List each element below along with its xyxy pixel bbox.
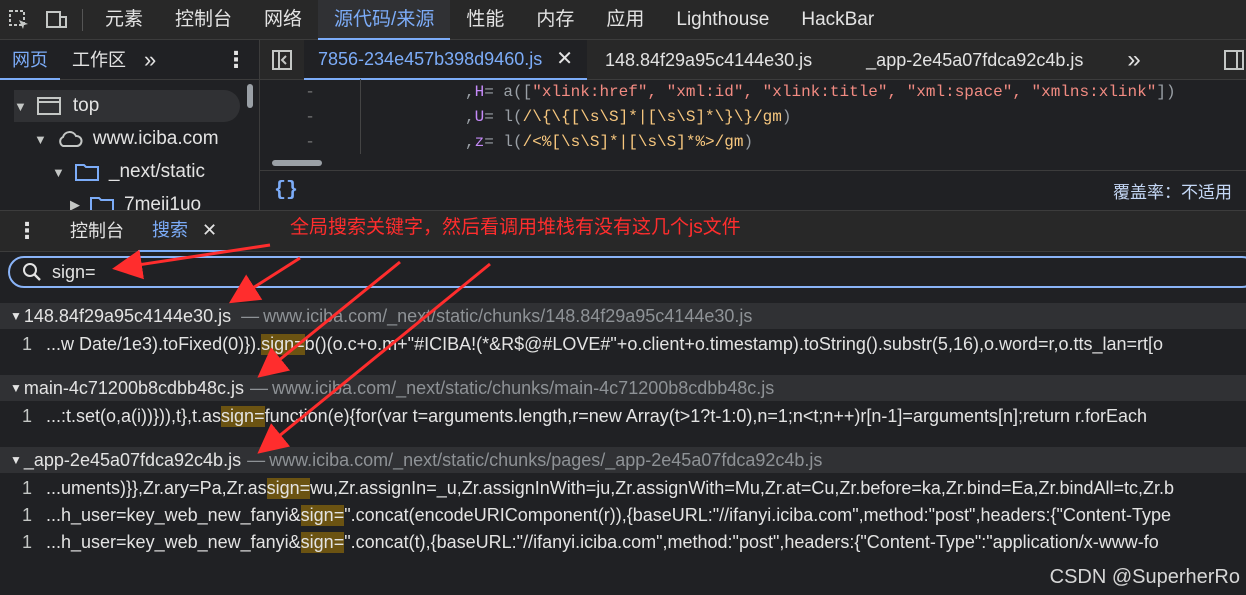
drawer-tab-search[interactable]: 搜索 ✕ <box>138 209 232 252</box>
coverage-status: 覆盖率：不适用 <box>1113 183 1232 202</box>
folder-icon <box>90 197 114 210</box>
editor-tab-label: 7856-234e457b398d9460.js <box>318 48 543 69</box>
result-file-header[interactable]: ▼ 148.84f29a95c4144e30.js — www.iciba.co… <box>0 303 1246 329</box>
pretty-print-button[interactable]: {} <box>274 179 298 202</box>
folder-icon <box>74 164 99 181</box>
close-tab-icon[interactable]: ✕ <box>556 39 573 79</box>
tab-performance[interactable]: 性能 <box>450 0 520 40</box>
tab-elements[interactable]: 元素 <box>89 0 159 40</box>
match-highlight: sign= <box>300 504 345 526</box>
match-highlight: sign= <box>261 333 305 355</box>
editor-tab[interactable]: _app-2e45a07fdca92c4b.js <box>826 40 1097 80</box>
result-file-url-separator: — <box>250 377 269 398</box>
tree-item-top[interactable]: ▼ top <box>14 90 240 122</box>
gutter-divider <box>360 104 361 129</box>
tab-lighthouse[interactable]: Lighthouse <box>660 0 785 40</box>
tree-item-subfolder[interactable]: ▶ 7meii1uo <box>70 189 201 210</box>
editor-horizontal-scrollbar[interactable] <box>272 160 322 166</box>
tab-console[interactable]: 控制台 <box>159 0 248 40</box>
search-bar <box>8 256 1246 288</box>
drawer-tab-label: 搜索 <box>152 220 188 240</box>
match-highlight: sign= <box>266 477 311 499</box>
search-icon <box>23 263 41 281</box>
tab-memory[interactable]: 内存 <box>520 0 590 40</box>
result-line[interactable]: 1 ...h_user=key_web_new_fanyi& sign= ".con… <box>0 529 1246 555</box>
sources-navigator: 网页 工作区 » ⋮ ▼ top ▼ www.iciba.com ▼ _next… <box>0 40 260 210</box>
tab-sources[interactable]: 源代码/来源 <box>318 0 451 40</box>
result-file-url: www.iciba.com/_next/static/chunks/main-4… <box>272 377 775 398</box>
result-file-url-separator: — <box>247 449 266 470</box>
more-tabs-button[interactable]: » <box>1097 40 1154 80</box>
result-line[interactable]: 1 ...uments)}},Zr.ary=Pa,Zr.as sign= wu,Zr… <box>0 475 1246 501</box>
navigator-scrollbar[interactable] <box>247 84 253 108</box>
cloud-icon <box>59 131 83 147</box>
editor-tabs: 7856-234e457b398d9460.js ✕ 148.84f29a95c… <box>260 39 1246 80</box>
expand-arrow-icon[interactable]: ▼ <box>10 453 22 467</box>
drawer-tab-console[interactable]: 控制台 <box>56 210 138 252</box>
result-line[interactable]: 1 ...:t.set(o,a(i))})),t},t.as sign= funct… <box>0 403 1246 429</box>
tree-item-domain[interactable]: ▼ www.iciba.com <box>34 123 219 155</box>
line-gutter: - <box>305 132 315 151</box>
expand-arrow-icon[interactable]: ▼ <box>10 309 22 323</box>
toggle-navigator-icon[interactable] <box>260 40 304 80</box>
devtools-toolbar: 元素 控制台 网络 源代码/来源 性能 内存 应用 Lighthouse Hac… <box>0 0 1246 40</box>
device-toolbar-icon[interactable] <box>38 0 76 40</box>
code-line: - , U = l( /\{\{[\s\S]*|[\s\S]*\}\}/gm ) <box>260 104 791 129</box>
gutter-divider <box>360 79 361 104</box>
editor-status-bar: {} 覆盖率：不适用 <box>260 170 1246 210</box>
result-file-name: 148.84f29a95c4144e30.js <box>23 305 232 326</box>
toolbar-divider <box>82 8 83 31</box>
tree-item-label: www.iciba.com <box>92 128 219 149</box>
tree-item-label: top <box>72 95 100 116</box>
frame-icon <box>36 97 61 115</box>
match-highlight: sign= <box>221 405 265 427</box>
collapse-arrow-icon[interactable]: ▶ <box>70 197 80 210</box>
result-line-number: 1 <box>21 531 32 552</box>
expand-arrow-icon[interactable]: ▼ <box>34 132 47 147</box>
tree-item-folder[interactable]: ▼ _next/static <box>52 156 205 188</box>
close-tab-icon[interactable]: ✕ <box>202 209 217 251</box>
tab-hackbar[interactable]: HackBar <box>785 0 890 40</box>
tab-page[interactable]: 网页 <box>0 40 60 80</box>
watermark: CSDN @SuperherRo <box>1049 566 1240 588</box>
expand-arrow-icon[interactable]: ▼ <box>14 99 27 114</box>
match-highlight: sign= <box>300 531 345 553</box>
tab-application[interactable]: 应用 <box>590 0 660 40</box>
toggle-debugger-icon[interactable] <box>1214 40 1246 80</box>
editor-tab-active[interactable]: 7856-234e457b398d9460.js ✕ <box>304 39 587 80</box>
code-line: - , z = l( /<%[\s\S]*|[\s\S]*%>/gm ) <box>260 129 753 154</box>
code-editor: 7856-234e457b398d9460.js ✕ 148.84f29a95c… <box>260 39 1246 210</box>
result-file-url: www.iciba.com/_next/static/chunks/pages/… <box>269 449 823 470</box>
tab-network[interactable]: 网络 <box>248 0 318 40</box>
gutter-divider <box>360 129 361 154</box>
result-file-name: _app-2e45a07fdca92c4b.js <box>23 449 242 470</box>
tab-workspace[interactable]: 工作区 <box>60 40 138 80</box>
drawer-menu-icon[interactable]: ⋮ <box>0 210 56 252</box>
expand-arrow-icon[interactable]: ▼ <box>52 165 65 180</box>
result-file-name: main-4c71200b8cdbb48c.js <box>23 377 245 398</box>
tree-item-label: _next/static <box>108 161 205 182</box>
kebab-menu-icon[interactable]: ⋮ <box>213 40 259 80</box>
code-line: - , H = a([ "xlink:href", "xml:id", "xli… <box>260 79 1176 104</box>
search-input[interactable] <box>52 261 652 283</box>
result-file-url-separator: — <box>241 305 260 326</box>
annotation-text: 全局搜索关键字，然后看调用堆栈有没有这几个js文件 <box>290 217 741 238</box>
more-tabs-button[interactable]: » <box>138 40 162 80</box>
result-file-header[interactable]: ▼ _app-2e45a07fdca92c4b.js — www.iciba.c… <box>0 447 1246 473</box>
result-file-url: www.iciba.com/_next/static/chunks/148.84… <box>263 305 753 326</box>
line-gutter: - <box>305 107 315 126</box>
editor-tab[interactable]: 148.84f29a95c4144e30.js <box>587 40 826 80</box>
expand-arrow-icon[interactable]: ▼ <box>10 381 22 395</box>
result-line-number: 1 <box>21 333 32 354</box>
result-line-number: 1 <box>21 504 32 525</box>
line-gutter: - <box>305 82 315 101</box>
result-line-number: 1 <box>21 405 32 426</box>
result-line[interactable]: 1 ...h_user=key_web_new_fanyi& sign= ".con… <box>0 502 1246 528</box>
tree-item-label: 7meii1uo <box>124 194 202 210</box>
result-file-header[interactable]: ▼ main-4c71200b8cdbb48c.js — www.iciba.c… <box>0 375 1246 401</box>
navigator-tabs: 网页 工作区 » ⋮ <box>0 40 259 80</box>
result-line-number: 1 <box>21 477 32 498</box>
inspect-element-icon[interactable] <box>0 0 38 40</box>
result-line[interactable]: 1 ...w Date/1e3).toFixed(0)}). sign= b()(o… <box>0 331 1246 357</box>
